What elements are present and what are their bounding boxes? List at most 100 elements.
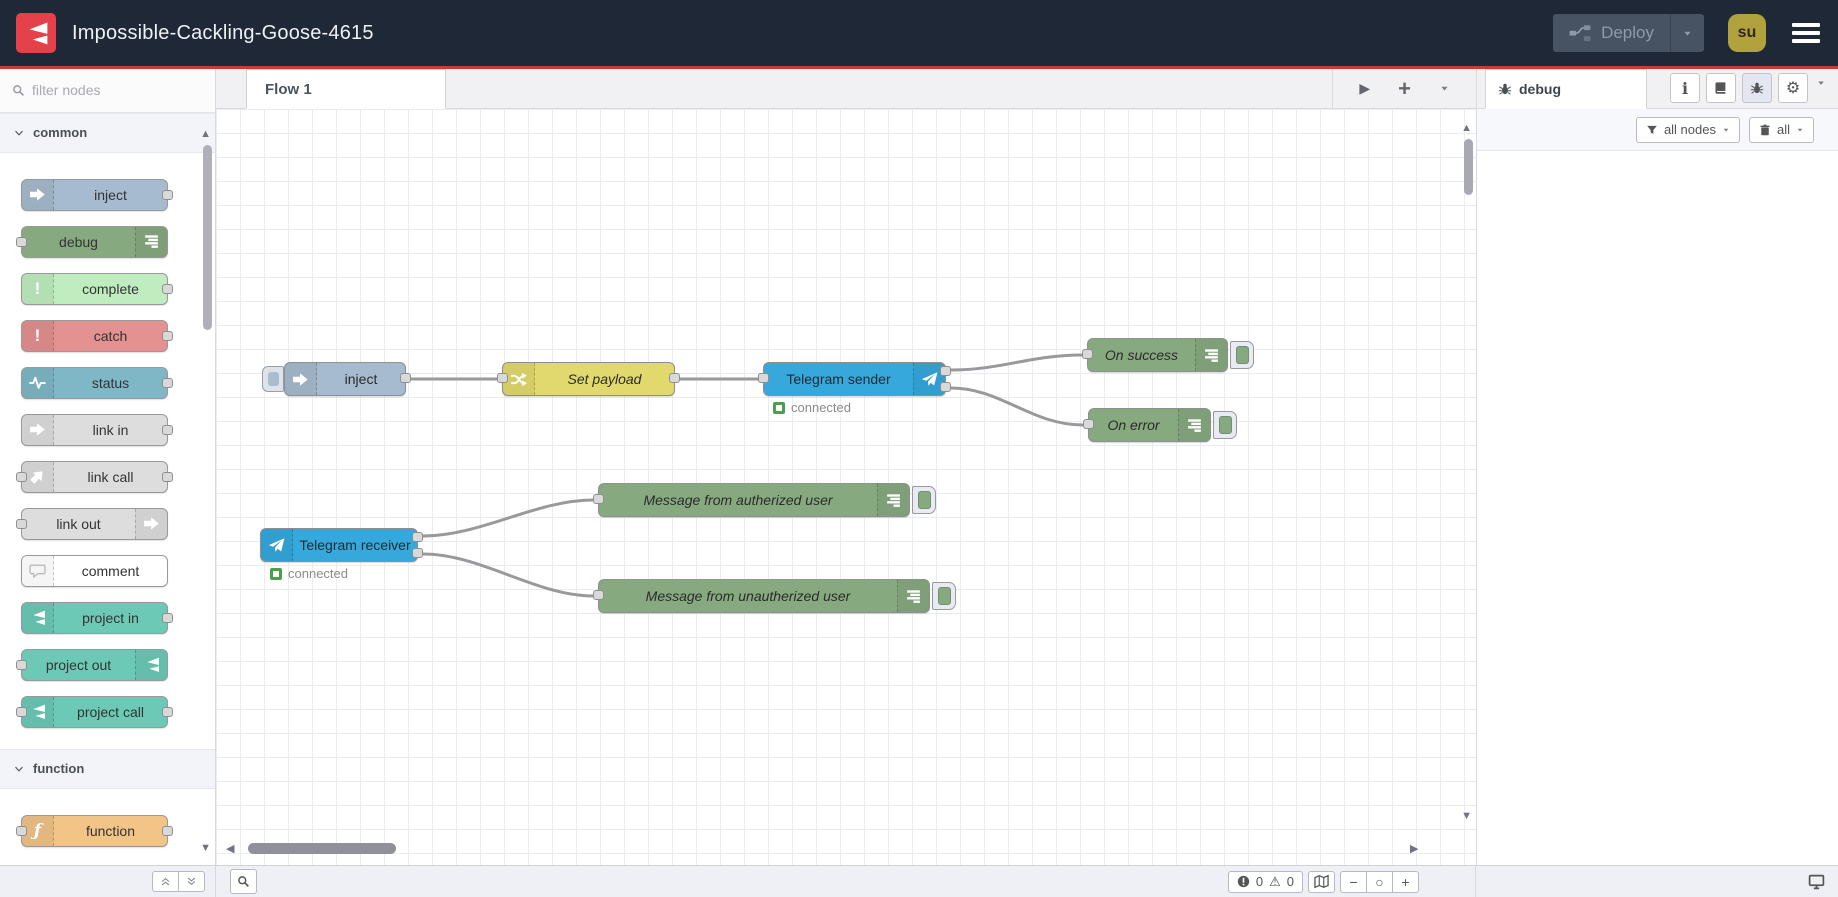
flow-node-msg-unauthorized[interactable]: Message from unautherized user — [593, 579, 930, 613]
deploy-options-button[interactable] — [1670, 14, 1704, 52]
palette-node-comment[interactable]: comment — [21, 554, 168, 587]
palette-collapse-all-button[interactable] — [152, 871, 179, 892]
palette-scrollbar-thumb[interactable] — [203, 144, 212, 330]
debug-clear-button[interactable]: all — [1748, 116, 1814, 143]
input-port[interactable] — [593, 494, 604, 504]
palette-node-status[interactable]: status — [21, 366, 173, 399]
sidebar-info-button[interactable]: i — [1670, 73, 1700, 103]
debug-list-icon — [1178, 409, 1210, 441]
deploy-button-main[interactable]: Deploy — [1553, 14, 1670, 52]
sidebar-menu-caret[interactable] — [1814, 75, 1830, 101]
caret-down-icon — [1682, 28, 1693, 39]
tab-list-button[interactable]: ▶ — [1359, 80, 1370, 97]
flow-node-telegram-receiver[interactable]: Telegram receiver — [260, 528, 423, 562]
palette-scroll-down-arrow[interactable]: ▼ — [200, 842, 211, 854]
exclamation-icon: ! — [22, 273, 54, 304]
flow-node-msg-authorized[interactable]: Message from autherized user — [593, 483, 910, 517]
zoom-in-button[interactable]: + — [1392, 870, 1419, 893]
palette-node-inject[interactable]: inject — [21, 178, 173, 211]
sidebar-debug-button[interactable] — [1742, 73, 1772, 103]
debug-enable-toggle[interactable] — [1230, 341, 1254, 369]
canvas-vscrollbar-thumb[interactable] — [1464, 139, 1473, 195]
link-icon — [135, 508, 167, 539]
flow-issue-counts[interactable]: 0 ⚠ 0 — [1227, 870, 1303, 893]
palette-node-link-in[interactable]: link in — [21, 413, 173, 446]
input-port — [16, 518, 27, 529]
canvas-search-button[interactable] — [230, 869, 257, 894]
palette-node-link-out[interactable]: link out — [16, 507, 168, 540]
debug-filter-button[interactable]: all nodes — [1635, 116, 1740, 143]
deploy-button[interactable]: Deploy — [1553, 14, 1704, 52]
output-port — [162, 424, 173, 435]
debug-messages-panel[interactable] — [1477, 151, 1838, 865]
canvas-footer: 0 ⚠ 0 − ○ + — [216, 866, 1476, 897]
zoom-out-button[interactable]: − — [1340, 870, 1367, 893]
caret-down-icon — [1722, 122, 1730, 137]
palette-node-project-out[interactable]: project out — [16, 648, 168, 681]
output-port[interactable] — [669, 373, 680, 383]
flow-node-inject[interactable]: inject — [284, 362, 411, 396]
input-port[interactable] — [1083, 419, 1094, 429]
output-port[interactable] — [400, 373, 411, 383]
open-debug-window-icon[interactable] — [1807, 873, 1826, 890]
link-icon — [22, 461, 54, 492]
chevron-down-icon — [14, 764, 24, 774]
inject-arrow-icon — [285, 363, 317, 395]
flow-node-on-error[interactable]: On error — [1083, 408, 1211, 442]
input-port[interactable] — [758, 373, 769, 383]
palette-node-catch[interactable]: ! catch — [21, 319, 173, 352]
sidebar-help-button[interactable] — [1706, 73, 1736, 103]
palette-node-debug[interactable]: debug — [16, 225, 168, 258]
palette-filter-input[interactable] — [32, 82, 203, 99]
flow-canvas[interactable]: inject Set payload Telegram sender conne… — [216, 109, 1476, 865]
main-menu-button[interactable] — [1790, 19, 1822, 47]
debug-enable-toggle[interactable] — [912, 486, 936, 514]
pulse-icon — [22, 367, 54, 398]
flow-node-set-payload[interactable]: Set payload — [497, 362, 680, 396]
tab-menu-caret[interactable] — [1439, 83, 1450, 94]
flow-node-telegram-sender[interactable]: Telegram sender — [758, 362, 951, 396]
add-flow-button[interactable]: + — [1398, 77, 1411, 100]
palette-expand-all-button[interactable] — [178, 871, 205, 892]
palette-category-common[interactable]: common — [0, 112, 215, 153]
canvas-scroll-left-arrow[interactable]: ◀ — [226, 844, 234, 855]
tab-flow-1[interactable]: Flow 1 — [246, 69, 446, 109]
navigator-button[interactable] — [1308, 870, 1335, 893]
input-port[interactable] — [593, 590, 604, 600]
input-port — [16, 706, 27, 717]
output-port — [162, 825, 173, 836]
palette-node-link-call[interactable]: link call — [16, 460, 173, 493]
palette-category-function[interactable]: function — [0, 748, 215, 789]
output-port — [162, 189, 173, 200]
output-port-2[interactable] — [940, 382, 951, 392]
zoom-reset-button[interactable]: ○ — [1366, 870, 1393, 893]
output-port-2[interactable] — [412, 548, 423, 558]
user-avatar[interactable]: su — [1728, 14, 1766, 52]
debug-enable-toggle[interactable] — [932, 582, 956, 610]
inject-trigger-button[interactable] — [262, 366, 284, 392]
search-icon — [12, 84, 25, 97]
palette: common inject debug ! compl — [0, 69, 216, 865]
map-icon — [1314, 874, 1329, 889]
canvas-scroll-up-arrow[interactable]: ▲ — [1461, 123, 1472, 134]
palette-node-project-in[interactable]: project in — [21, 601, 173, 634]
canvas-hscrollbar-thumb[interactable] — [248, 843, 396, 854]
input-port — [16, 825, 27, 836]
palette-node-project-call[interactable]: project call — [16, 695, 173, 728]
palette-scroll-up-arrow[interactable]: ▲ — [200, 128, 211, 140]
sidebar-config-button[interactable]: ⚙ — [1778, 73, 1808, 103]
canvas-scroll-right-arrow[interactable]: ▶ — [1410, 844, 1418, 855]
palette-node-complete[interactable]: ! complete — [21, 272, 173, 305]
flow-node-on-success[interactable]: On success — [1082, 338, 1228, 372]
input-port[interactable] — [497, 373, 508, 383]
tab-debug[interactable]: debug — [1485, 69, 1647, 109]
output-port-1[interactable] — [940, 366, 951, 376]
gear-icon: ⚙ — [1785, 80, 1801, 97]
output-port — [162, 612, 173, 623]
comment-bubble-icon — [22, 555, 54, 586]
palette-node-function[interactable]: ƒ function — [16, 814, 173, 847]
output-port-1[interactable] — [412, 532, 423, 542]
debug-enable-toggle[interactable] — [1213, 411, 1237, 439]
input-port[interactable] — [1082, 349, 1093, 359]
canvas-scroll-down-arrow[interactable]: ▼ — [1461, 811, 1472, 822]
